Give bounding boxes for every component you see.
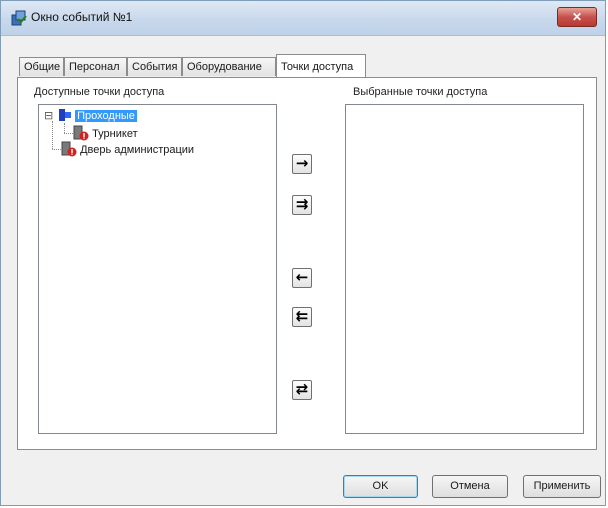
remove-one-button[interactable]: ← xyxy=(292,268,312,288)
tab-access-points[interactable]: Точки доступа xyxy=(276,54,366,77)
add-one-button[interactable]: → xyxy=(292,154,312,174)
tree-line xyxy=(52,149,61,150)
tree-item-turnstile[interactable]: Турникет xyxy=(73,125,138,141)
tab-panel-access-points: Доступные точки доступа ⊟ Проходные Турн… xyxy=(17,77,597,450)
double-arrow-left-icon: ⇇ xyxy=(295,307,309,325)
arrow-left-icon: ← xyxy=(295,268,309,286)
arrow-right-icon: → xyxy=(295,154,309,172)
close-button[interactable]: ✕ xyxy=(557,7,597,27)
title-bar[interactable]: Окно событий №1 ✕ xyxy=(1,1,605,36)
tree-item-admin-door[interactable]: Дверь администрации xyxy=(61,141,194,157)
cancel-button[interactable]: Отмена xyxy=(432,475,508,498)
swap-arrows-icon: ⇄ xyxy=(295,380,309,398)
ok-button[interactable]: OK xyxy=(343,475,418,498)
tab-personnel[interactable]: Персонал xyxy=(64,57,127,76)
dialog-window: Окно событий №1 ✕ Общие Персонал События… xyxy=(0,0,606,506)
apply-button[interactable]: Применить xyxy=(523,475,601,498)
group-icon xyxy=(59,109,72,121)
available-tree[interactable]: ⊟ Проходные Турникет Дверь администрации xyxy=(38,104,277,434)
tree-line xyxy=(64,123,65,133)
remove-all-button[interactable]: ⇇ xyxy=(292,307,312,327)
close-icon: ✕ xyxy=(571,10,583,24)
window-title: Окно событий №1 xyxy=(31,10,133,24)
add-all-button[interactable]: ⇉ xyxy=(292,195,312,215)
door-alert-icon xyxy=(61,141,77,157)
tree-line xyxy=(64,133,73,134)
selected-list[interactable] xyxy=(345,104,584,434)
tab-events[interactable]: События xyxy=(127,57,182,76)
swap-button[interactable]: ⇄ xyxy=(292,380,312,400)
tree-item-label: Турникет xyxy=(92,128,138,140)
tab-equipment[interactable]: Оборудование xyxy=(182,57,276,76)
tree-item-label: Дверь администрации xyxy=(80,144,195,156)
available-label: Доступные точки доступа xyxy=(34,86,165,98)
turnstile-alert-icon xyxy=(73,125,89,141)
double-arrow-right-icon: ⇉ xyxy=(295,195,309,213)
tree-line xyxy=(52,121,53,149)
tab-general[interactable]: Общие xyxy=(19,57,64,76)
tree-item-checkpoints[interactable]: ⊟ Проходные xyxy=(44,108,137,122)
tree-item-label: Проходные xyxy=(75,110,137,122)
app-icon xyxy=(11,10,27,26)
collapse-icon[interactable]: ⊟ xyxy=(44,109,55,122)
selected-label: Выбранные точки доступа xyxy=(353,86,488,98)
